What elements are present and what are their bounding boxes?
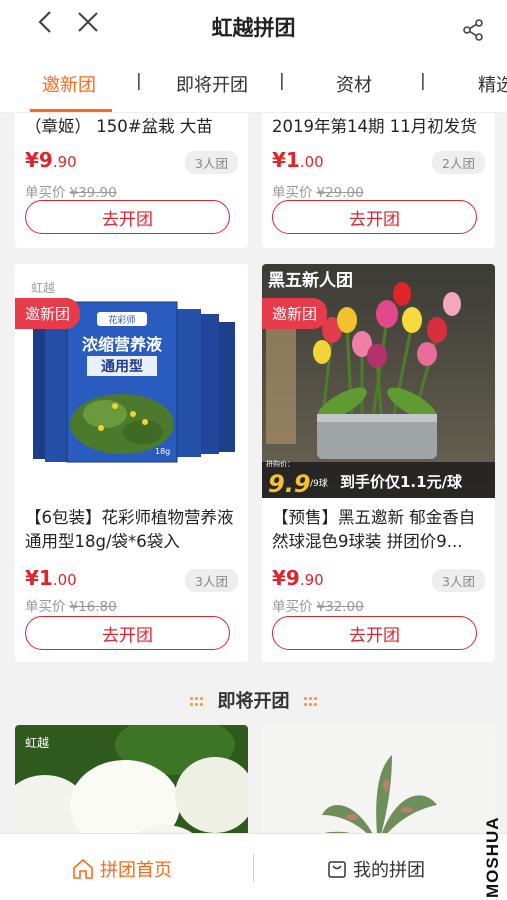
- open-group-button[interactable]: 去开团: [25, 616, 230, 650]
- tab-separator: |: [420, 71, 426, 91]
- price-row: ¥1.00 3人团: [25, 566, 238, 592]
- shopping-bag-icon: [328, 861, 346, 878]
- group-price: ¥9.90: [272, 566, 324, 590]
- svg-text:虹越: 虹越: [31, 281, 55, 295]
- nav-divider: [253, 854, 254, 882]
- group-size-badge: 3人团: [432, 569, 485, 592]
- dots-icon: [189, 697, 204, 707]
- tab-separator: |: [279, 71, 285, 91]
- svg-text:黑五新人团: 黑五新人团: [268, 270, 353, 291]
- svg-text:到手价仅1.1元/球: 到手价仅1.1元/球: [340, 473, 463, 491]
- tab-bar: 邀新团 | 即将开团 | 资材 | 精选: [0, 55, 507, 113]
- header: 虹越拼团: [0, 0, 507, 55]
- group-size-badge: 3人团: [185, 151, 238, 174]
- svg-text:花彩师: 花彩师: [108, 314, 135, 326]
- product-image[interactable]: 虹越: [15, 725, 248, 833]
- group-price: ¥9.90: [25, 148, 77, 172]
- page-title: 虹越拼团: [211, 16, 296, 40]
- single-price: 单买价 ¥29.00: [272, 185, 364, 201]
- svg-text:浓缩营养液: 浓缩营养液: [82, 335, 163, 354]
- dots-icon: [303, 697, 318, 707]
- watermark: MOSHUA: [483, 816, 502, 898]
- tab-coming-soon[interactable]: 即将开团: [176, 71, 248, 97]
- price-row: ¥9.90 3人团: [272, 566, 485, 592]
- section-title: 即将开团: [0, 687, 507, 713]
- open-group-button[interactable]: 去开团: [272, 616, 477, 650]
- single-price: 单买价 ¥39.90: [25, 185, 117, 201]
- price-row: ¥1.00 2人团: [272, 148, 485, 174]
- product-card[interactable]: （章姬） 150#盆栽 大苗 ¥9.90 3人团 单买价 ¥39.90 去开团: [15, 113, 248, 248]
- group-price: ¥1.00: [272, 148, 324, 172]
- product-card[interactable]: 黑五新人团 拼购价： 9.9 /9球 到手价仅1.1元/球 邀新团 【预售】黑五…: [262, 264, 495, 662]
- product-name: 【6包装】花彩师植物营养液通用型18g/袋*6袋入: [25, 508, 234, 551]
- upcoming-product-card[interactable]: 虹越: [15, 725, 248, 833]
- single-price: 单买价 ¥32.00: [272, 599, 364, 615]
- product-image[interactable]: [262, 725, 495, 833]
- svg-text:18g: 18g: [155, 447, 170, 456]
- svg-text:通用型: 通用型: [101, 358, 143, 375]
- invite-new-badge: 邀新团: [262, 298, 328, 329]
- svg-text:/9球: /9球: [310, 477, 328, 489]
- bottom-nav: 拼团首页 我的拼团: [0, 833, 507, 900]
- single-price: 单买价 ¥16.80: [25, 599, 117, 615]
- svg-text:虹越: 虹越: [25, 736, 49, 750]
- product-name: 【预售】黑五邀新 郁金香自然球混色9球装 拼团价9...: [272, 508, 476, 551]
- svg-text:9.9: 9.9: [268, 470, 311, 498]
- tab-active-indicator: [30, 109, 112, 112]
- nav-my-groups[interactable]: 我的拼团: [327, 856, 425, 882]
- nav-group-home[interactable]: 拼团首页: [72, 856, 172, 882]
- invite-new-badge: 邀新团: [15, 298, 81, 329]
- share-icon[interactable]: [457, 14, 489, 46]
- tab-separator: |: [136, 71, 142, 91]
- tab-featured[interactable]: 精选: [478, 71, 507, 97]
- group-size-badge: 3人团: [185, 569, 238, 592]
- product-list: （章姬） 150#盆栽 大苗 ¥9.90 3人团 单买价 ¥39.90 去开团 2…: [0, 113, 507, 833]
- tab-materials[interactable]: 资材: [336, 71, 372, 97]
- upcoming-product-card[interactable]: [262, 725, 495, 833]
- group-size-badge: 2人团: [432, 151, 485, 174]
- svg-text:拼购价：: 拼购价：: [266, 459, 294, 468]
- home-icon: [73, 858, 93, 879]
- product-card[interactable]: 2019年第14期 11月初发货 ¥1.00 2人团 单买价 ¥29.00 去开团: [262, 113, 495, 248]
- open-group-button[interactable]: 去开团: [25, 200, 230, 234]
- tab-invite-new[interactable]: 邀新团: [42, 71, 96, 97]
- product-name: 2019年第14期 11月初发货: [272, 117, 477, 136]
- product-card[interactable]: 花彩师 浓缩营养液 通用型 18g 虹越 邀新团 【6包装】花彩师植物营养液通用…: [15, 264, 248, 662]
- product-name: （章姬） 150#盆栽 大苗: [25, 117, 213, 136]
- open-group-button[interactable]: 去开团: [272, 200, 477, 234]
- group-price: ¥1.00: [25, 566, 77, 590]
- price-row: ¥9.90 3人团: [25, 148, 238, 174]
